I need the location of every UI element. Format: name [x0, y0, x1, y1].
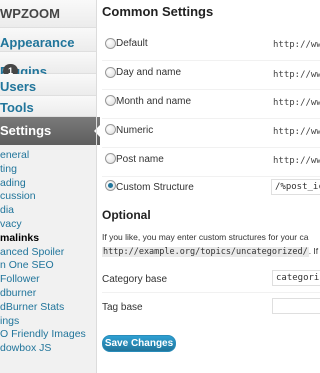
menu-item-settings[interactable]: Settings — [0, 117, 101, 145]
settings-submenu: eneral ting ading cussion dia vacy malin… — [0, 149, 96, 356]
option-label-default: Default — [116, 38, 148, 49]
menu-item-label: WPZOOM — [0, 6, 60, 21]
divider — [102, 89, 320, 90]
submenu-item[interactable]: anced Spoiler — [0, 246, 96, 260]
tag-base-label: Tag base — [102, 302, 143, 313]
menu-item-tools[interactable]: Tools — [0, 96, 96, 117]
submenu-item[interactable]: cussion — [0, 190, 96, 204]
submenu-item[interactable]: dowbox JS — [0, 342, 96, 356]
example-url-numeric: http://ww — [273, 127, 320, 137]
option-label-custom-structure: Custom Structure — [116, 182, 194, 193]
menu-item-label: Users — [0, 79, 37, 94]
admin-sidebar: WPZOOM Appearance Plugins 1 Users Tools S… — [0, 0, 101, 373]
submenu-item[interactable]: ings — [0, 315, 96, 329]
category-base-input[interactable]: categori — [272, 270, 320, 286]
radio-numeric[interactable] — [105, 124, 116, 135]
option-label-post-name: Post name — [116, 154, 164, 165]
submenu-item[interactable]: dia — [0, 204, 96, 218]
submenu-item[interactable]: O Friendly Images — [0, 328, 96, 342]
radio-month-and-name[interactable] — [105, 95, 116, 106]
submenu-item[interactable]: Follower — [0, 273, 96, 287]
divider — [102, 176, 320, 177]
permalink-settings-form: Common Settings Default http://ww Day an… — [102, 0, 320, 373]
radio-post-name[interactable] — [105, 153, 116, 164]
optional-description-tail: . If — [308, 246, 319, 256]
divider — [102, 147, 320, 148]
common-settings-heading: Common Settings — [102, 4, 214, 19]
save-changes-button[interactable]: Save Changes — [102, 335, 176, 352]
menu-item-label: Settings — [0, 123, 52, 138]
radio-day-and-name[interactable] — [105, 67, 116, 78]
example-url-post-name: http://ww — [273, 156, 320, 166]
submenu-item-current[interactable]: malinks — [0, 232, 96, 246]
option-label-day-and-name: Day and name — [116, 67, 182, 78]
example-url-code: http://example.org/topics/uncategorized/ — [102, 247, 309, 257]
menu-item-label: Appearance — [0, 35, 75, 50]
submenu-item[interactable]: dBurner Stats — [0, 301, 96, 315]
radio-default[interactable] — [105, 38, 116, 49]
optional-description: If you like, you may enter custom struct… — [102, 232, 309, 242]
submenu-item[interactable]: eneral — [0, 149, 96, 163]
submenu-item[interactable]: n One SEO — [0, 259, 96, 273]
sidebar-divider — [96, 0, 97, 373]
tag-base-input[interactable] — [272, 298, 320, 314]
radio-custom-structure[interactable] — [105, 180, 116, 191]
submenu-item[interactable]: dburner — [0, 287, 96, 301]
divider — [102, 60, 320, 61]
menu-item-users[interactable]: Users — [0, 74, 96, 96]
example-url-month-and-name: http://ww — [273, 98, 320, 108]
example-url-day-and-name: http://ww — [273, 70, 320, 80]
submenu-item[interactable]: vacy — [0, 218, 96, 232]
option-label-month-and-name: Month and name — [116, 96, 192, 107]
optional-heading: Optional — [102, 208, 151, 222]
menu-item-appearance[interactable]: Appearance — [0, 28, 96, 52]
menu-item-wpzoom[interactable]: WPZOOM — [0, 0, 96, 28]
menu-item-plugins[interactable]: Plugins 1 — [0, 52, 96, 79]
example-url-default: http://ww — [273, 40, 320, 50]
divider — [102, 292, 320, 293]
custom-structure-input[interactable]: /%post_ic — [271, 179, 320, 195]
optional-description-line2: http://example.org/topics/uncategorized/… — [102, 246, 318, 257]
divider — [102, 118, 320, 119]
category-base-label: Category base — [102, 274, 168, 285]
submenu-item[interactable]: ting — [0, 163, 96, 177]
option-label-numeric: Numeric — [116, 125, 154, 136]
submenu-item[interactable]: ading — [0, 177, 96, 191]
menu-item-label: Tools — [0, 100, 34, 115]
